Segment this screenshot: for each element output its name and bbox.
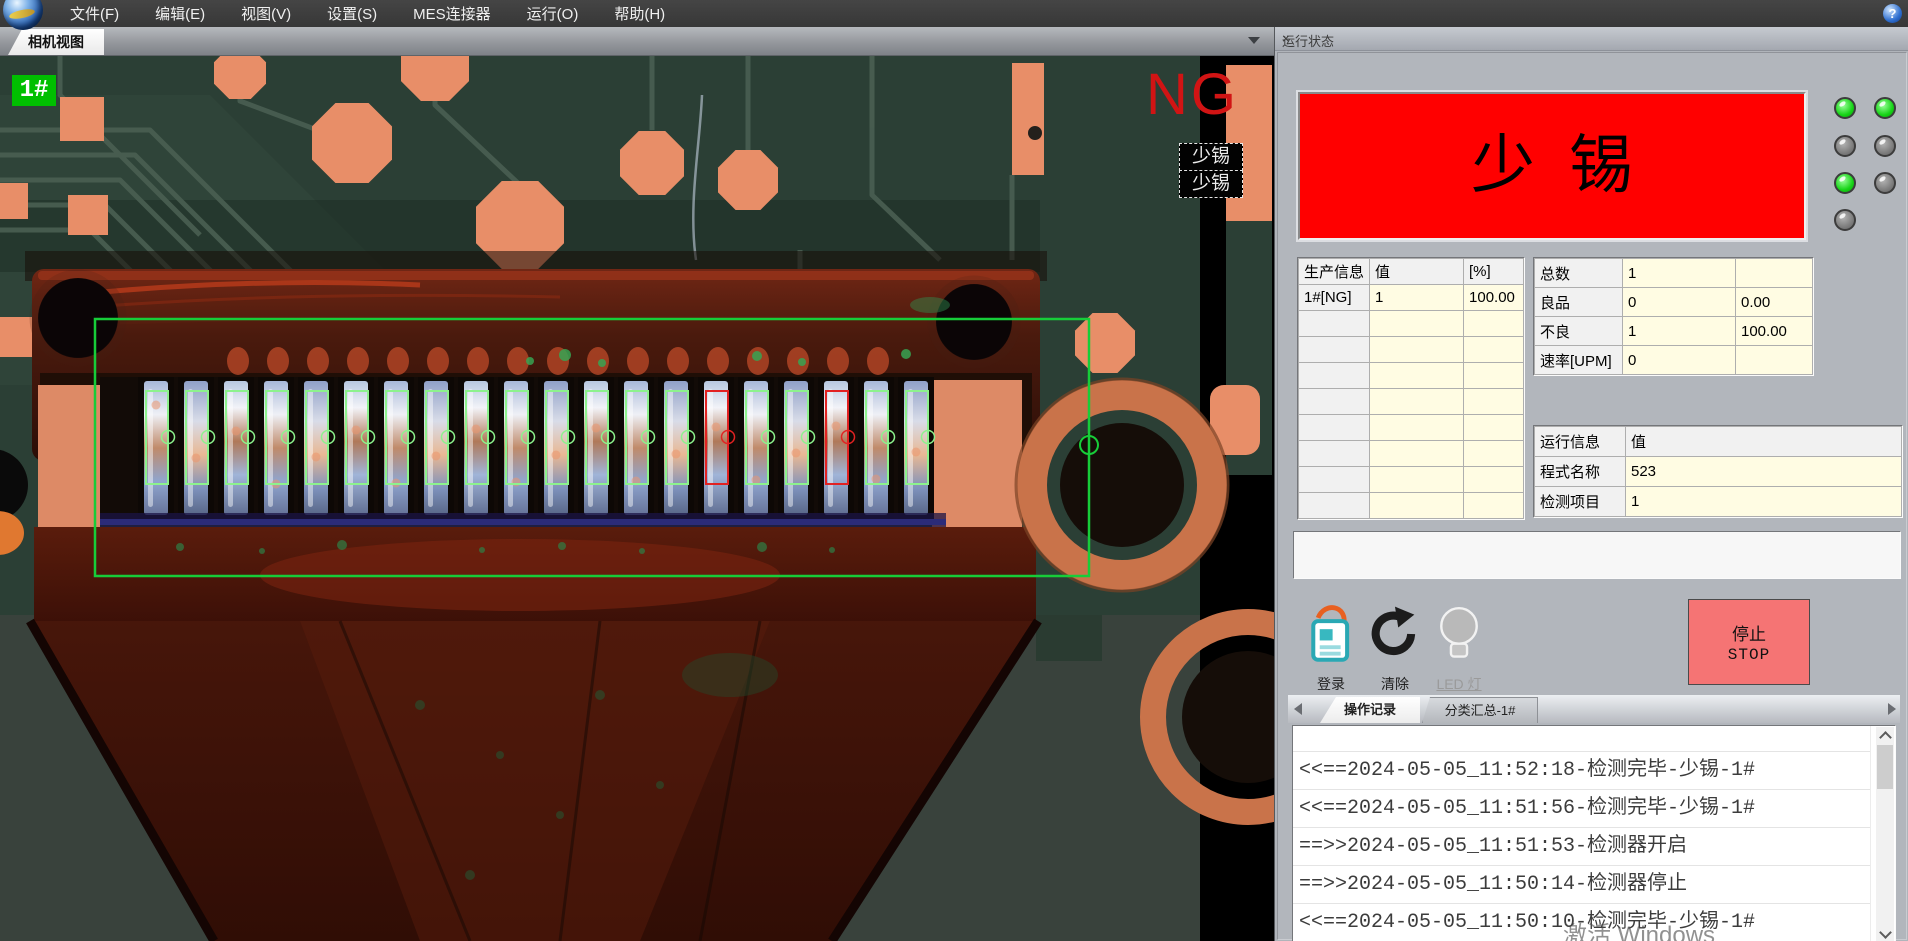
panel-content: 少锡 生产信息 值 [%] 1#[NG]	[1277, 52, 1907, 940]
chevron-down-icon[interactable]	[1248, 37, 1260, 44]
id-badge-icon	[1302, 605, 1360, 663]
app-window: 文件(F) 编辑(E) 视图(V) 设置(S) MES连接器 运行(O) 帮助(…	[0, 0, 1908, 941]
connector-body	[25, 251, 1047, 533]
panel-title-bar: 运行状态 ×	[1275, 27, 1908, 51]
login-button[interactable]: 登录	[1302, 601, 1360, 687]
table-row: 检测项目 1	[1535, 487, 1902, 517]
led-indicator	[1834, 97, 1856, 119]
scroll-down-button[interactable]	[1876, 925, 1894, 941]
menu-edit[interactable]: 编辑(E)	[137, 0, 223, 28]
clear-button[interactable]: 清除	[1366, 601, 1424, 687]
led-indicator	[1874, 172, 1896, 194]
led-indicator	[1874, 135, 1896, 157]
led-indicator	[1834, 135, 1856, 157]
scroll-up-button[interactable]	[1876, 727, 1894, 745]
table-row: 程式名称 523	[1535, 457, 1902, 487]
station-badge: 1#	[12, 75, 56, 106]
status-banner-text: 少锡	[1437, 134, 1667, 198]
led-light-button[interactable]: LED 灯	[1430, 601, 1488, 687]
tab-camera-view[interactable]: 相机视图	[8, 29, 104, 55]
log-row: <<==2024-05-05_11:52:18-检测完毕-少锡-1#	[1293, 752, 1871, 790]
col-header: 值	[1370, 259, 1464, 285]
table-row: 良品 0 0.00	[1535, 288, 1813, 317]
menu-file[interactable]: 文件(F)	[52, 0, 137, 28]
table-row: 1#[NG] 1 100.00	[1299, 285, 1524, 311]
vertical-scroll-thumb[interactable]	[1877, 745, 1893, 789]
inspection-result-text: NG	[1146, 61, 1239, 128]
col-header: [%]	[1464, 259, 1524, 285]
stop-label-cn: 停止	[1732, 620, 1766, 646]
close-icon[interactable]: ×	[1282, 31, 1901, 46]
log-row: <<==2024-05-05_11:51:56-检测完毕-少锡-1#	[1293, 790, 1871, 828]
col-header: 生产信息	[1299, 259, 1370, 285]
menu-view[interactable]: 视图(V)	[223, 0, 309, 28]
lightbulb-icon	[1430, 605, 1488, 663]
camera-view: 1# NG 少锡 少锡	[0, 55, 1274, 941]
led-indicator	[1834, 209, 1856, 231]
stop-label-en: STOP	[1728, 646, 1770, 664]
log-row: ==>>2024-05-05_11:50:14-检测器停止	[1293, 866, 1871, 904]
pcb-inspection-image	[0, 55, 1274, 941]
defect-label: 少锡	[1179, 170, 1243, 198]
refresh-icon	[1366, 605, 1424, 663]
log-tab-strip: 操作记录 分类汇总-1#	[1288, 695, 1900, 723]
menu-settings[interactable]: 设置(S)	[309, 0, 395, 28]
defect-label: 少锡	[1179, 143, 1243, 171]
menu-mes-connector[interactable]: MES连接器	[395, 0, 509, 28]
tab-scroll-right-icon[interactable]	[1888, 703, 1896, 715]
log-row: <<==2024-05-05_11:50:10-检测完毕-少锡-1#	[1293, 904, 1871, 941]
tab-scroll-left-icon[interactable]	[1294, 703, 1302, 715]
col-header: 运行信息	[1535, 427, 1626, 457]
log-row: ==>>2024-05-05_11:51:53-检测器开启	[1293, 828, 1871, 866]
stop-button[interactable]: 停止 STOP	[1688, 599, 1810, 685]
table-row: 总数 1	[1535, 259, 1813, 288]
led-indicator	[1834, 172, 1856, 194]
message-box	[1293, 531, 1901, 579]
vertical-scrollbar[interactable]	[1876, 727, 1894, 941]
menu-bar: 文件(F) 编辑(E) 视图(V) 设置(S) MES连接器 运行(O) 帮助(…	[0, 0, 1908, 27]
help-icon[interactable]: ?	[1883, 4, 1902, 23]
clear-label: 清除	[1366, 674, 1424, 694]
menu-run[interactable]: 运行(O)	[509, 0, 597, 28]
tab-operation-log[interactable]: 操作记录	[1320, 697, 1420, 723]
app-logo-icon	[3, 0, 43, 30]
led-label: LED 灯	[1430, 674, 1488, 694]
login-label: 登录	[1302, 674, 1360, 694]
status-banner: 少锡	[1298, 92, 1806, 240]
run-info-table: 运行信息 值 程式名称 523 检测项目 1	[1533, 425, 1903, 518]
stats-table: 总数 1 良品 0 0.00 不良 1 100.00	[1533, 257, 1814, 376]
run-status-panel: 运行状态 × 少锡 生产信息 值 [%]	[1274, 27, 1908, 941]
log-row	[1293, 726, 1871, 752]
operation-log: <<==2024-05-05_11:52:18-检测完毕-少锡-1# <<==2…	[1292, 725, 1896, 941]
col-header: 值	[1626, 427, 1902, 457]
camera-tab-bar: 相机视图	[0, 27, 1274, 56]
tab-classification-summary[interactable]: 分类汇总-1#	[1422, 697, 1538, 723]
table-row: 不良 1 100.00	[1535, 317, 1813, 346]
led-indicator	[1874, 97, 1896, 119]
table-row: 速率[UPM] 0	[1535, 346, 1813, 375]
production-table: 生产信息 值 [%] 1#[NG] 1 100.00	[1297, 257, 1525, 520]
menu-help[interactable]: 帮助(H)	[596, 0, 683, 28]
